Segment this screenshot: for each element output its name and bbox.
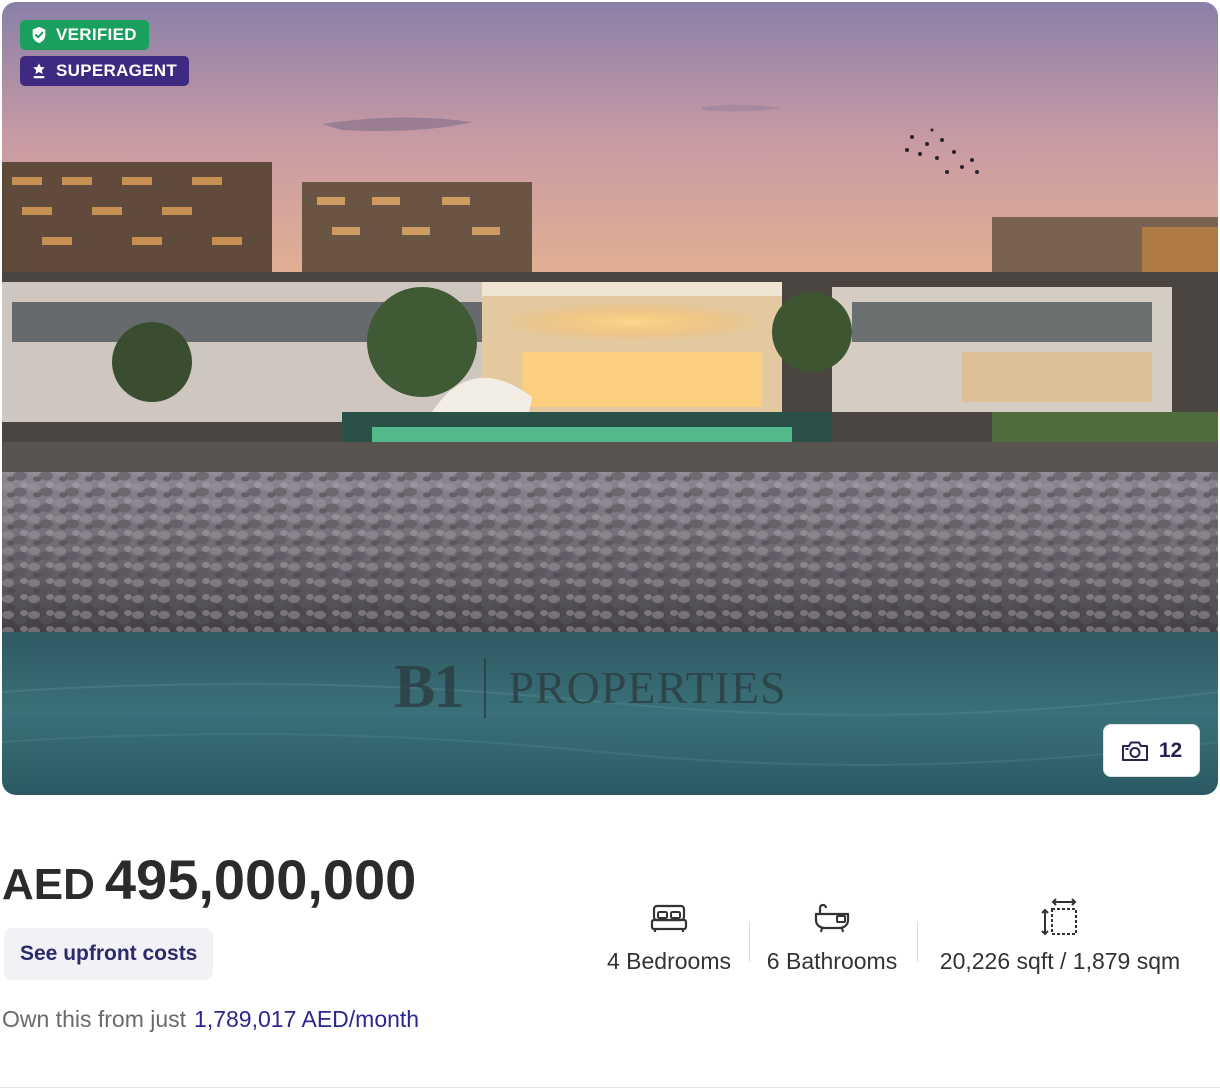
- price-amount: 495,000,000: [104, 848, 417, 911]
- superagent-label: SUPERAGENT: [56, 61, 178, 80]
- see-upfront-costs-button[interactable]: See upfront costs: [4, 928, 214, 980]
- listing-price: AED 495,000,000: [2, 852, 416, 908]
- shield-check-icon: [32, 26, 46, 44]
- area-icon: [1041, 898, 1077, 936]
- camera-icon: [1121, 741, 1148, 761]
- verified-label: VERIFIED: [56, 25, 137, 44]
- watermark-text: PROPERTIES: [508, 662, 787, 713]
- superagent-badge: SUPERAGENT: [20, 56, 190, 86]
- agent-star-icon: [33, 63, 45, 79]
- bedrooms-feature: 4 Bedrooms: [598, 898, 740, 975]
- price-currency: AED: [2, 860, 95, 909]
- verified-badge: VERIFIED: [20, 20, 149, 50]
- mortgage-amount-link[interactable]: 1,789,017 AED/month: [194, 1006, 419, 1032]
- photo-count-button[interactable]: 12: [1103, 724, 1200, 777]
- feature-divider: [749, 922, 750, 962]
- bedrooms-label: 4 Bedrooms: [606, 948, 731, 974]
- bed-icon: [650, 904, 688, 932]
- section-divider: [0, 1087, 1220, 1088]
- mortgage-prefix: Own this from just: [2, 1006, 187, 1032]
- feature-divider: [917, 922, 918, 962]
- mortgage-estimate: Own this from just 1,789,017 AED/month: [2, 1006, 419, 1033]
- area-label: 20,226 sqft / 1,879 sqm: [939, 948, 1181, 974]
- watermark-divider: [484, 657, 487, 718]
- watermark: B1 PROPERTIES: [394, 652, 787, 723]
- bathrooms-feature: 6 Bathrooms: [756, 898, 908, 975]
- photo-count: 12: [1158, 738, 1183, 762]
- bathrooms-label: 6 Bathrooms: [766, 948, 898, 974]
- area-feature: 20,226 sqft / 1,879 sqm: [926, 898, 1194, 975]
- bathtub-icon: [814, 903, 850, 933]
- watermark-logo: B1: [394, 653, 464, 721]
- listing-photo[interactable]: B1 PROPERTIES VERIFIED SUPERAGENT 12: [2, 2, 1218, 795]
